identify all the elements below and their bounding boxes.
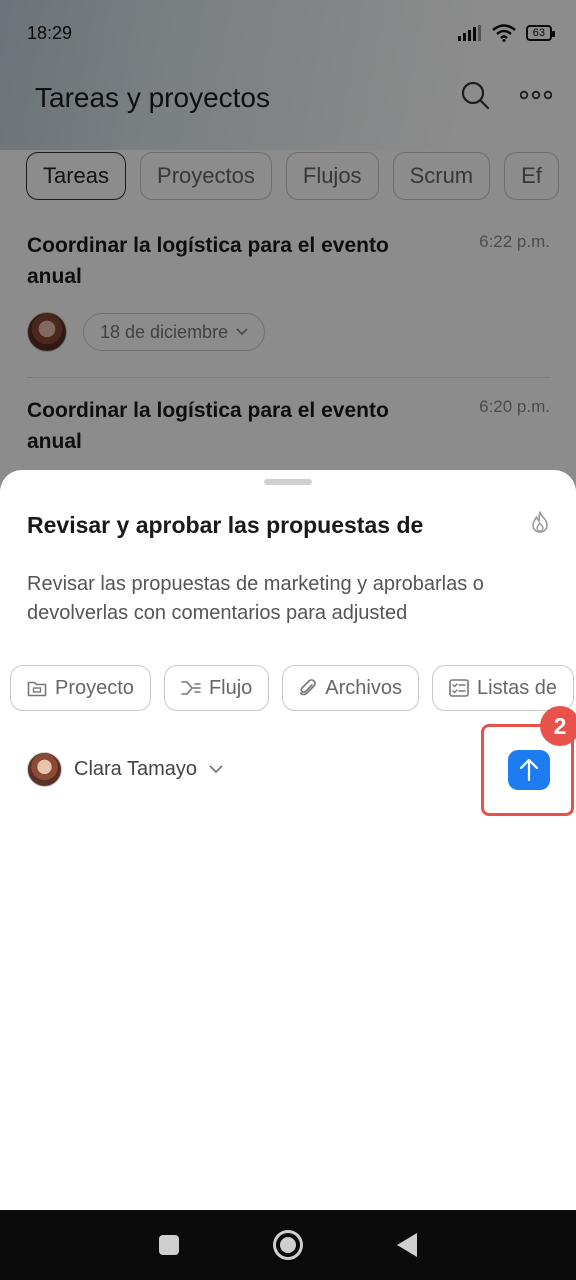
flow-chip[interactable]: Flujo	[163, 665, 270, 711]
assignee-selector[interactable]: Clara Tamayo	[27, 752, 223, 787]
checklist-chip[interactable]: Listas de	[432, 665, 575, 711]
attachment-chips: Proyecto Flujo Archivos Listas de	[10, 665, 575, 711]
task-description-input[interactable]: Revisar las propuestas de marketing y ap…	[27, 570, 547, 628]
checklist-chip-label: Listas de	[477, 676, 558, 699]
home-icon[interactable]	[272, 1229, 304, 1261]
project-chip-label: Proyecto	[55, 676, 134, 699]
back-icon[interactable]	[396, 1232, 418, 1258]
new-task-sheet: Revisar y aprobar las propuestas de mark…	[0, 470, 576, 1210]
system-nav-bar	[0, 1210, 576, 1280]
flame-icon[interactable]	[530, 510, 550, 534]
task-title-input[interactable]: Revisar y aprobar las propuestas de mark…	[27, 506, 497, 552]
files-chip[interactable]: Archivos	[282, 665, 419, 711]
avatar	[27, 752, 62, 787]
folder-icon	[27, 681, 47, 696]
checklist-icon	[449, 679, 469, 697]
paperclip-icon	[299, 679, 317, 696]
files-chip-label: Archivos	[325, 676, 402, 699]
flow-icon	[181, 681, 201, 695]
step-badge: 2	[540, 706, 576, 746]
chevron-down-icon	[209, 765, 223, 774]
recents-icon[interactable]	[158, 1234, 180, 1256]
project-chip[interactable]: Proyecto	[10, 665, 151, 711]
assignee-name: Clara Tamayo	[74, 758, 198, 780]
flow-chip-label: Flujo	[208, 676, 253, 699]
drag-handle[interactable]	[264, 479, 312, 485]
